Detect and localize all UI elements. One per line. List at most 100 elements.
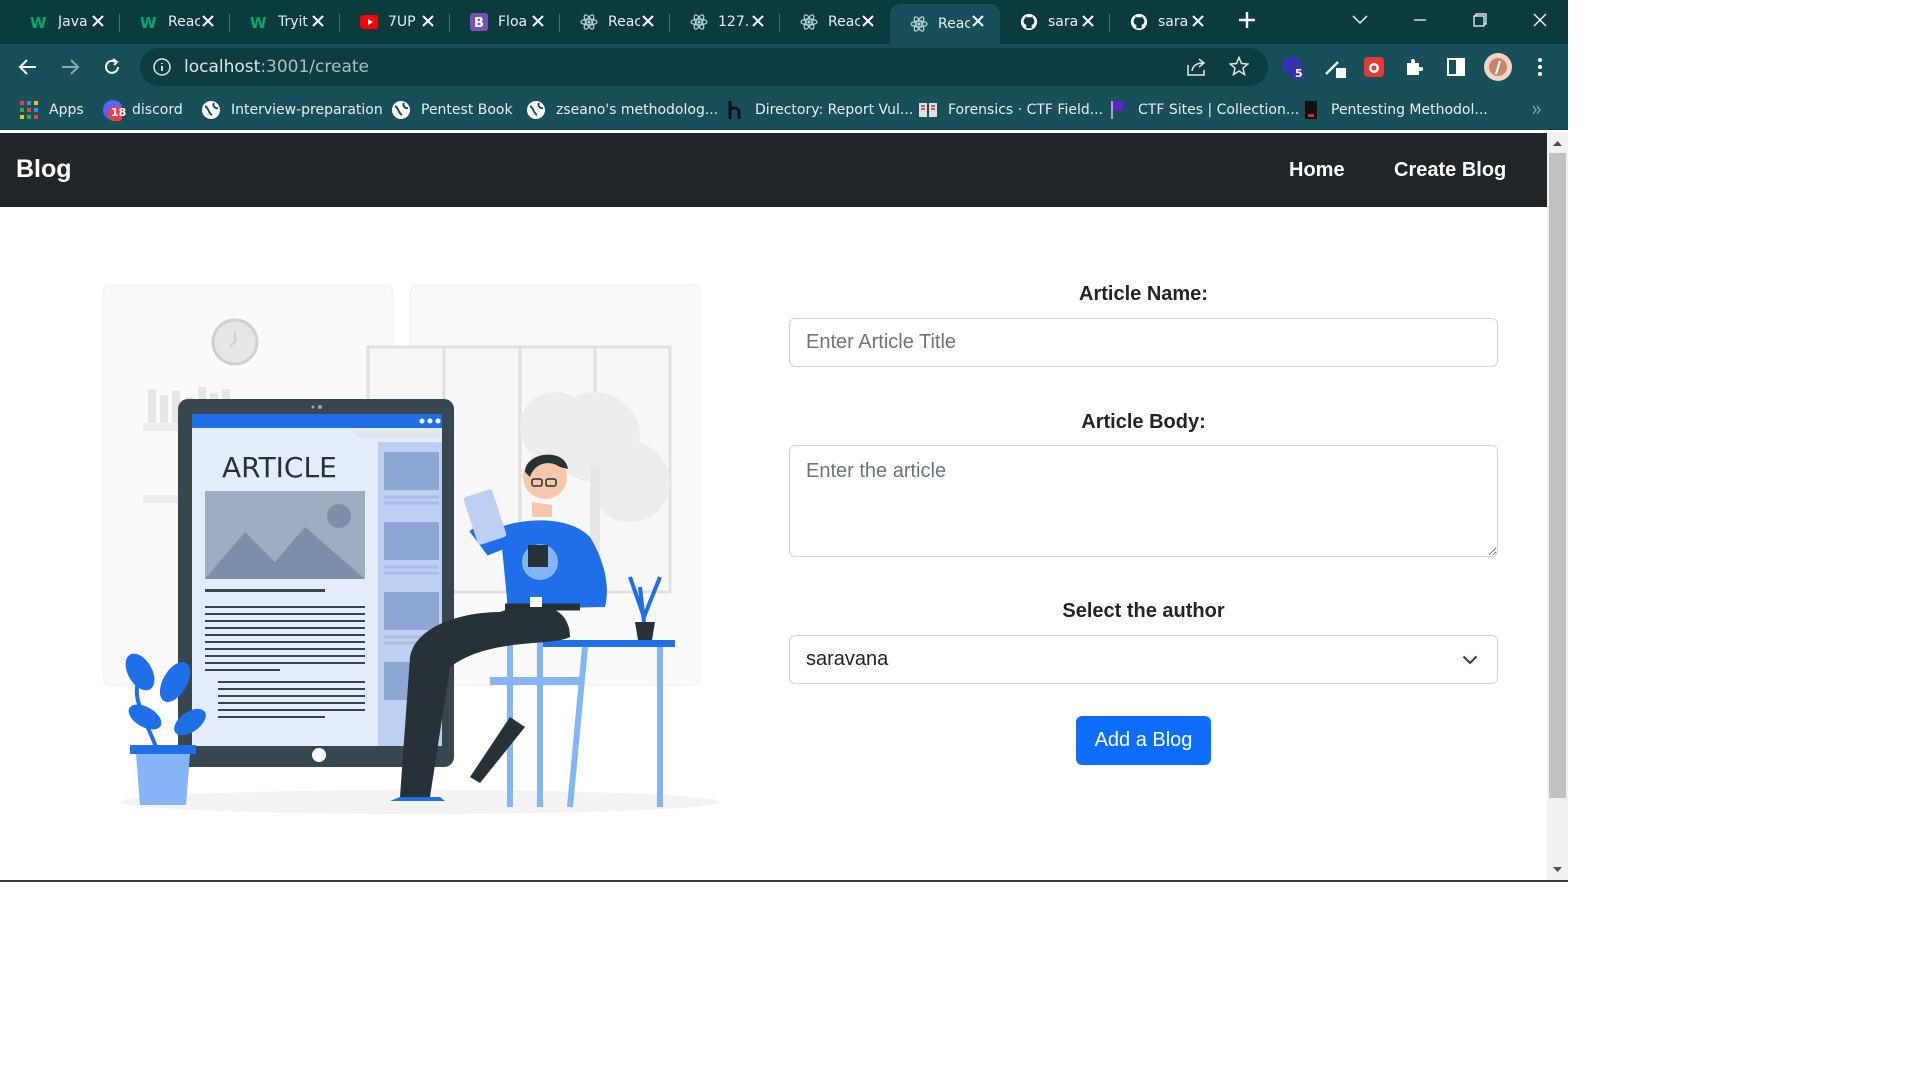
reload-button[interactable] (100, 55, 124, 79)
browser-tab[interactable]: 7UP (340, 4, 450, 40)
star-icon[interactable] (1229, 56, 1249, 76)
page-scrollbar[interactable] (1547, 133, 1568, 880)
close-window-button[interactable] (1512, 0, 1568, 40)
close-tab-icon[interactable] (530, 13, 546, 29)
browser-tab[interactable]: W Tryit (230, 4, 340, 40)
bootstrap-icon: B (470, 13, 488, 31)
bug-extension-button[interactable] (1362, 55, 1386, 79)
browser-menu-button[interactable] (1528, 55, 1552, 79)
profile-avatar[interactable] (1484, 53, 1512, 81)
address-bar[interactable]: localhost:3001/create (140, 48, 1268, 86)
bookmark-label: Pentesting Methodol... (1331, 102, 1488, 118)
bookmark-directory-report[interactable]: Directory: Report Vul... (725, 98, 913, 122)
article-body-textarea[interactable] (789, 445, 1498, 557)
tab-title: 7UP (388, 14, 416, 30)
browser-tab[interactable]: W Reac (120, 4, 230, 40)
tab-title: Floa (498, 14, 528, 30)
add-blog-button[interactable]: Add a Blog (1076, 716, 1211, 765)
close-tab-icon[interactable] (1190, 13, 1206, 29)
restore-button[interactable] (1452, 0, 1508, 40)
window-bottom-border (0, 880, 1568, 882)
book-icon (918, 100, 938, 120)
new-tab-button[interactable] (1220, 0, 1274, 40)
tab-title: Reac (168, 14, 200, 30)
scroll-down-arrow-icon[interactable] (1547, 860, 1568, 880)
react-icon (910, 15, 928, 33)
flag-icon (1108, 100, 1128, 120)
url-host: localhost (184, 57, 261, 77)
browser-tab[interactable]: 127. (670, 4, 780, 40)
doc-icon (1301, 100, 1321, 120)
nav-link-home[interactable]: Home (1289, 159, 1345, 182)
close-tab-icon[interactable] (420, 13, 436, 29)
extension-badge-button[interactable]: 5 (1280, 55, 1304, 80)
bookmark-label: Apps (49, 102, 84, 118)
restore-icon (1473, 13, 1487, 27)
author-select[interactable]: saravana (789, 635, 1498, 684)
discord-badge: 18 (111, 106, 127, 119)
globe-icon (526, 100, 546, 120)
close-tab-icon[interactable] (640, 13, 656, 29)
close-tab-icon[interactable] (310, 13, 326, 29)
youtube-icon (360, 13, 378, 31)
browser-tab[interactable]: W Java (10, 4, 120, 40)
author-select-value: saravana (806, 648, 889, 670)
close-tab-icon[interactable] (970, 13, 986, 29)
forward-button[interactable] (58, 55, 82, 79)
bug-icon (1364, 57, 1384, 77)
bookmark-discord[interactable]: 18 discord (102, 98, 183, 122)
w3schools-icon: W (30, 13, 48, 31)
site-info-icon[interactable] (152, 57, 172, 77)
extension-badge-count: 5 (1295, 67, 1303, 80)
avatar-icon (1484, 53, 1512, 81)
minimize-icon (1414, 19, 1426, 21)
react-icon (800, 13, 818, 31)
plus-icon (1239, 12, 1255, 28)
bookmark-apps[interactable]: Apps (19, 98, 84, 122)
back-button[interactable] (16, 55, 40, 79)
bookmark-label: zseano's methodolog... (556, 102, 719, 118)
react-icon (580, 13, 598, 31)
close-tab-icon[interactable] (200, 13, 216, 29)
browser-tab[interactable]: sara (1000, 4, 1110, 40)
eyedropper-extension-button[interactable] (1322, 55, 1346, 79)
bookmark-interview-preparation[interactable]: Interview-preparation (201, 98, 383, 122)
extensions-button[interactable] (1402, 55, 1426, 79)
navbar-brand[interactable]: Blog (16, 155, 72, 184)
browser-tab[interactable]: B Floa (450, 4, 560, 40)
browser-tab[interactable]: sara (1110, 4, 1220, 40)
browser-tab-active[interactable]: Reac (890, 4, 1000, 44)
puzzle-icon (1407, 59, 1423, 75)
share-icon[interactable] (1186, 57, 1208, 77)
close-tab-icon[interactable] (860, 13, 876, 29)
kebab-menu-icon (1538, 58, 1542, 76)
bookmark-pentest-book[interactable]: Pentest Book (391, 98, 513, 122)
article-title-input[interactable] (789, 318, 1498, 367)
svg-text:W: W (140, 15, 157, 29)
side-panel-button[interactable] (1444, 55, 1468, 79)
scrollbar-thumb[interactable] (1549, 153, 1566, 798)
bookmark-zseano[interactable]: zseano's methodolog... (526, 98, 718, 122)
scroll-up-arrow-icon[interactable] (1547, 133, 1568, 153)
close-tab-icon[interactable] (90, 13, 106, 29)
bookmark-forensics[interactable]: Forensics · CTF Field... (918, 98, 1103, 122)
browser-tab[interactable]: Reac (780, 4, 890, 40)
bookmarks-overflow-button[interactable] (1532, 98, 1542, 122)
bookmark-pentesting-methodology[interactable]: Pentesting Methodol... (1301, 98, 1488, 122)
nav-link-create-blog[interactable]: Create Blog (1394, 159, 1506, 182)
bookmark-label: Directory: Report Vul... (755, 102, 914, 118)
close-tab-icon[interactable] (1080, 13, 1096, 29)
tab-title: sara (1158, 14, 1189, 30)
create-blog-page: ARTICLE Article Name: Enter Article Titl… (0, 207, 1547, 880)
w3schools-icon: W (140, 13, 158, 31)
close-tab-icon[interactable] (750, 13, 766, 29)
tab-title: Tryit (278, 14, 308, 30)
bookmarks-bar: Apps 18 discord Interview-preparation Pe… (0, 90, 1568, 130)
url-path: :3001/create (260, 57, 369, 77)
url-text[interactable]: localhost:3001/create (184, 57, 369, 77)
tab-search-button[interactable] (1332, 0, 1388, 40)
minimize-button[interactable] (1392, 0, 1448, 40)
svg-text:B: B (474, 16, 484, 31)
bookmark-ctf-sites[interactable]: CTF Sites | Collection... (1108, 98, 1299, 122)
browser-tab[interactable]: Reac (560, 4, 670, 40)
